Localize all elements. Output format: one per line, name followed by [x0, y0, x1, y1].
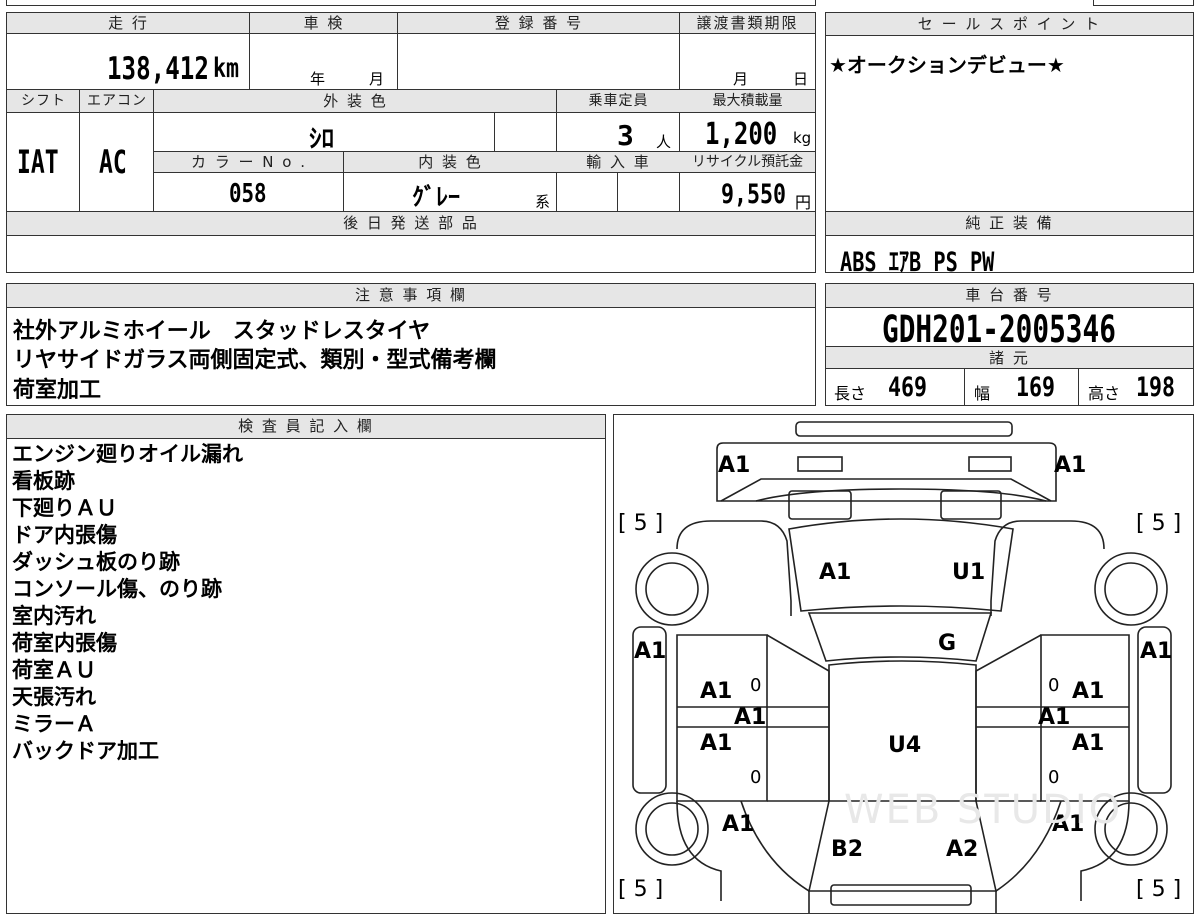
- mileage-unit: km: [213, 53, 240, 84]
- chassis-specs-box: 車 台 番 号 GDH201-2005346 諸 元 長さ 469 幅 169 …: [825, 283, 1194, 406]
- width-value: 169: [1016, 372, 1056, 403]
- code-left-door-rear: A1: [700, 731, 733, 756]
- registration-header: 登 録 番 号: [398, 13, 680, 34]
- code-roof: U4: [888, 733, 922, 758]
- inspector-note-4: ドア内張傷: [12, 523, 117, 547]
- inspector-note-12: バックドア加工: [12, 739, 159, 763]
- color-no-value: 058: [229, 179, 267, 209]
- interior-color-value: ｸﾞﾚｰ: [412, 183, 460, 211]
- recycle-unit: 円: [795, 193, 812, 212]
- sales-points-header: セ ー ル ス ポ イ ン ト: [826, 13, 1193, 36]
- code-left-side: A1: [634, 639, 667, 664]
- length-value: 469: [888, 372, 928, 403]
- capacity-unit: 人: [656, 133, 672, 151]
- notes-line-1: 社外アルミホイール スタッドレスタイヤ: [13, 319, 431, 344]
- deadline-header: 譲渡書類期限: [680, 13, 815, 34]
- code-hood-right: U1: [952, 560, 986, 585]
- zero-mark-right-2: 0: [1048, 767, 1060, 788]
- inspector-note-3: 下廻りＡＵ: [12, 496, 117, 520]
- inspector-note-1: エンジン廻りオイル漏れ: [12, 442, 243, 466]
- import-header: 輸 入 車: [557, 152, 680, 173]
- sales-points-box: セ ー ル ス ポ イ ン ト ★オークションデビュー★: [825, 12, 1194, 212]
- capacity-value: 3: [617, 119, 634, 152]
- interior-color-suffix: 系: [535, 193, 551, 211]
- code-hood-left: A1: [819, 560, 852, 585]
- zero-mark-left-2: 0: [750, 767, 762, 788]
- bracket-top-right: [ 5 ]: [1136, 511, 1182, 536]
- notes-line-3: 荷室加工: [13, 378, 102, 403]
- inspector-note-5: ダッシュ板のり跡: [12, 550, 180, 574]
- inspector-header: 検 査 員 記 入 欄: [7, 415, 605, 439]
- shift-header: シフト: [7, 90, 80, 113]
- inspector-note-11: ミラーＡ: [12, 712, 96, 736]
- code-left-door-mid: A1: [734, 705, 767, 730]
- code-rear-left: A1: [722, 812, 755, 837]
- zero-mark-right-1: 0: [1048, 675, 1060, 696]
- genuine-equipment-value: ABS ｴｱB PS PW: [840, 247, 995, 278]
- inspection-month-unit: 月: [369, 70, 385, 88]
- capacity-header: 乗車定員: [557, 90, 680, 113]
- inspector-note-2: 看板跡: [12, 469, 75, 493]
- max-load-value: 1,200: [705, 117, 778, 152]
- later-parts-box: 後 日 発 送 部 品: [6, 211, 816, 273]
- code-left-door-front: A1: [700, 679, 733, 704]
- chassis-header: 車 台 番 号: [826, 284, 1193, 308]
- exterior-color-header: 外 装 色: [154, 90, 557, 113]
- notes-line-2: リヤサイドガラス両側固定式、類別・型式備考欄: [13, 348, 497, 373]
- zero-mark-left-1: 0: [750, 675, 762, 696]
- specs-header: 諸 元: [826, 346, 1193, 369]
- width-label: 幅: [974, 384, 991, 403]
- code-front-right: A1: [1054, 453, 1087, 478]
- bracket-bottom-right: [ 5 ]: [1136, 877, 1182, 902]
- chassis-number: GDH201-2005346: [882, 308, 1116, 351]
- sales-point-text: ★オークションデビュー★: [829, 53, 1065, 77]
- inspector-note-7: 室内汚れ: [12, 604, 96, 628]
- code-front-left: A1: [718, 453, 751, 478]
- interior-color-header: 内 装 色: [344, 152, 557, 173]
- vehicle-info-grid: 走 行 車 検 登 録 番 号 譲渡書類期限 138,412 km 年 月 月 …: [6, 12, 816, 213]
- later-parts-header: 後 日 発 送 部 品: [7, 212, 815, 236]
- height-label: 高さ: [1088, 384, 1121, 403]
- recycle-value: 9,550: [721, 179, 787, 210]
- shift-value: IAT: [17, 143, 59, 181]
- genuine-equipment-header: 純 正 装 備: [826, 212, 1193, 236]
- exterior-color-value: ｼﾛ: [309, 124, 335, 153]
- code-right-door-rear: A1: [1072, 731, 1105, 756]
- inspector-note-8: 荷室内張傷: [12, 631, 117, 655]
- bracket-top-left: [ 5 ]: [618, 511, 664, 536]
- notes-box: 注 意 事 項 欄 社外アルミホイール スタッドレスタイヤ リヤサイドガラス両側…: [6, 283, 816, 406]
- deadline-month-unit: 月: [733, 70, 749, 88]
- watermark: WEB STUDIO: [844, 787, 1123, 833]
- notes-header: 注 意 事 項 欄: [7, 284, 815, 308]
- code-right-door-front: A1: [1072, 679, 1105, 704]
- inspector-note-10: 天張汚れ: [12, 685, 96, 709]
- code-windshield: G: [938, 631, 957, 656]
- mileage-value: 138,412: [107, 51, 209, 87]
- color-no-header: カ ラ ー N o .: [154, 152, 344, 173]
- inspection-year-unit: 年: [310, 70, 326, 88]
- car-outline-diagram: [632, 421, 1172, 913]
- code-right-door-mid: A1: [1038, 705, 1071, 730]
- car-diagram-box: A1 A1 [ 5 ] [ 5 ] A1 U1 G A1 A1 A1 A1 A1…: [613, 414, 1194, 914]
- code-back-left: B2: [831, 837, 864, 862]
- max-load-header: 最大積載量: [680, 90, 815, 113]
- max-load-unit: kg: [793, 129, 812, 147]
- inspector-note-9: 荷室ＡＵ: [12, 658, 96, 682]
- code-right-side: A1: [1140, 639, 1173, 664]
- inspector-notes-box: 検 査 員 記 入 欄 エンジン廻りオイル漏れ 看板跡 下廻りＡＵ ドア内張傷 …: [6, 414, 606, 914]
- mileage-header: 走 行: [7, 13, 250, 34]
- deadline-day-unit: 日: [793, 70, 809, 88]
- length-label: 長さ: [834, 384, 867, 403]
- genuine-equipment-box: 純 正 装 備 ABS ｴｱB PS PW: [825, 211, 1194, 278]
- code-back-right: A2: [946, 837, 979, 862]
- height-value: 198: [1136, 372, 1176, 403]
- bracket-bottom-left: [ 5 ]: [618, 877, 664, 902]
- aircon-value: AC: [99, 143, 127, 181]
- inspection-header: 車 検: [250, 13, 398, 34]
- top-strip-right: [1093, 0, 1194, 6]
- recycle-header: リサイクル預託金: [680, 152, 815, 173]
- top-strip-left: [6, 0, 816, 6]
- aircon-header: エアコン: [80, 90, 154, 113]
- inspector-note-6: コンソール傷、のり跡: [12, 577, 222, 601]
